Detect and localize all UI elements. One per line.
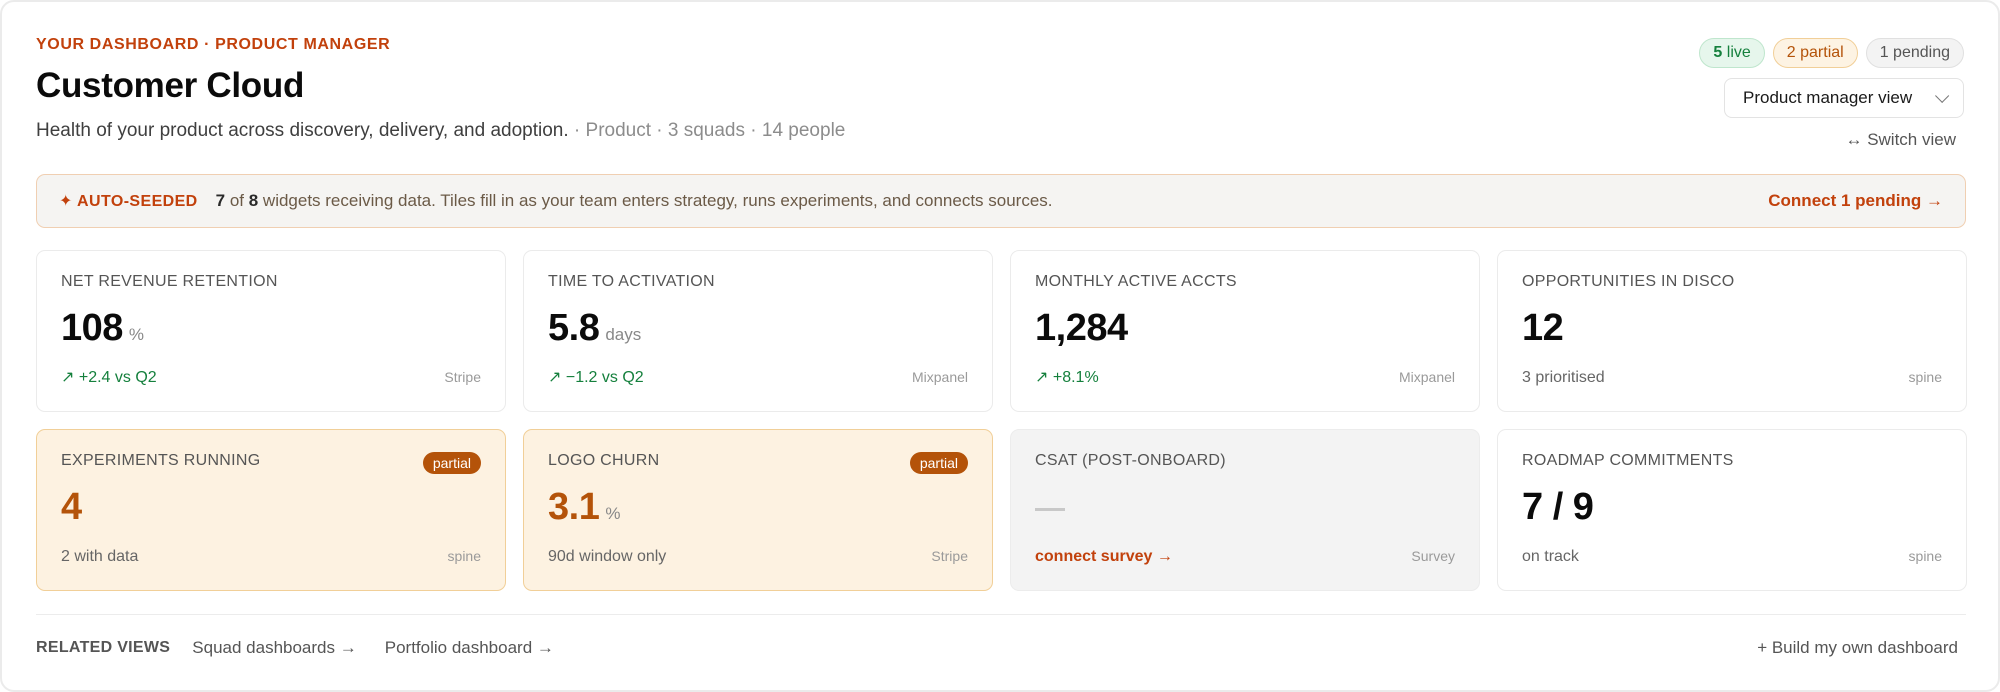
banner-message: 7 of 8 widgets receiving data. Tiles fil… xyxy=(216,191,1053,211)
badge-partial: 2 partial xyxy=(1772,38,1858,68)
build-own-dashboard-button[interactable]: + Build my own dashboard xyxy=(1757,638,1958,658)
tile-footer: on track spine xyxy=(1522,548,1942,566)
tile-source: Stripe xyxy=(444,369,481,385)
empty-value-dash xyxy=(1035,508,1065,511)
tile-label: TIME TO ACTIVATION xyxy=(548,273,715,290)
tile-footer: ↗ +2.4 vs Q2 Stripe xyxy=(61,367,481,387)
tile-value: 1,284 xyxy=(1035,307,1455,349)
tile-footer: ↗ +8.1% Mixpanel xyxy=(1035,367,1455,387)
tile-number: 5.8 xyxy=(548,307,600,349)
tile-value: 5.8 days xyxy=(548,307,968,349)
tile-label: OPPORTUNITIES IN DISCO xyxy=(1522,273,1735,290)
subtitle-meta: · Product · 3 squads · 14 people xyxy=(568,120,846,141)
tile-label: LOGO CHURN xyxy=(548,452,660,469)
header-controls: 5 live 2 partial 1 pending Product manag… xyxy=(1544,36,1964,156)
tile-source: Mixpanel xyxy=(1398,369,1455,385)
tile-monthly-active-accts[interactable]: MONTHLY ACTIVE ACCTS 1,284 ↗ +8.1% Mixpan… xyxy=(1010,250,1480,412)
tile-experiments-running[interactable]: EXPERIMENTS RUNNING partial 4 2 with dat… xyxy=(36,429,506,591)
tile-source: spine xyxy=(447,548,481,564)
tile-subtext: on track xyxy=(1522,548,1579,565)
tile-csat-post-onboard: CSAT (POST-ONBOARD) connect survey → Surv… xyxy=(1010,429,1480,591)
tile-trend: ↗ +8.1% xyxy=(1035,369,1099,386)
tile-label: MONTHLY ACTIVE ACCTS xyxy=(1035,273,1237,290)
tile-value: 12 xyxy=(1522,307,1942,349)
subtitle-text: Health of your product across discovery,… xyxy=(36,120,569,141)
tile-number: 12 xyxy=(1522,307,1564,349)
tile-unit: days xyxy=(605,325,642,344)
squad-dashboards-link[interactable]: Squad dashboards → xyxy=(192,638,356,658)
related-views-footer: RELATED VIEWS Squad dashboards → Portfol… xyxy=(36,636,1966,660)
tile-number: 7 / 9 xyxy=(1522,486,1594,528)
dashboard-card: YOUR DASHBOARD · PRODUCT MANAGER Custome… xyxy=(0,0,2000,692)
connect-survey-link[interactable]: connect survey → xyxy=(1035,548,1173,566)
tile-subtext: 2 with data xyxy=(61,548,139,565)
banner-count: 7 xyxy=(215,191,226,210)
view-select[interactable]: Product manager view xyxy=(1724,78,1964,118)
tile-label: EXPERIMENTS RUNNING xyxy=(61,452,261,469)
partial-badge: partial xyxy=(422,452,481,474)
tile-value: 7 / 9 xyxy=(1522,486,1942,528)
tile-source: spine xyxy=(1908,369,1942,385)
tile-trend: ↗ −1.2 vs Q2 xyxy=(548,369,644,386)
banner-tag: ✦ AUTO-SEEDED xyxy=(59,193,198,210)
tile-source: Mixpanel xyxy=(911,369,968,385)
tile-number: 3.1 xyxy=(548,486,600,528)
tile-value: 3.1% xyxy=(548,486,968,528)
switch-view-link[interactable]: ↔ Switch view xyxy=(1845,130,1956,150)
tile-opportunities-in-disco[interactable]: OPPORTUNITIES IN DISCO 12 3 prioritised s… xyxy=(1497,250,1967,412)
related-views-label: RELATED VIEWS xyxy=(36,639,171,656)
tile-source: spine xyxy=(1908,548,1942,564)
auto-seeded-banner: ✦ AUTO-SEEDED 7 of 8 widgets receiving d… xyxy=(36,174,1966,228)
metrics-grid: NET REVENUE RETENTION 108% ↗ +2.4 vs Q2 S… xyxy=(36,250,1967,591)
tile-footer: 2 with data spine xyxy=(61,548,481,566)
tile-label: CSAT (POST-ONBOARD) xyxy=(1035,452,1226,469)
tile-roadmap-commitments[interactable]: ROADMAP COMMITMENTS 7 / 9 on track spine xyxy=(1497,429,1967,591)
badge-live-label: live xyxy=(1722,44,1751,61)
tile-source: Stripe xyxy=(931,548,968,564)
connect-pending-link[interactable]: Connect 1 pending → xyxy=(1768,191,1943,211)
tile-value xyxy=(1035,486,1455,528)
banner-of: of xyxy=(225,191,249,210)
view-select-value: Product manager view xyxy=(1743,88,1913,107)
tile-net-revenue-retention[interactable]: NET REVENUE RETENTION 108% ↗ +2.4 vs Q2 S… xyxy=(36,250,506,412)
tile-footer: 90d window only Stripe xyxy=(548,548,968,566)
tile-subtext: 90d window only xyxy=(548,548,667,565)
chevron-down-icon xyxy=(1935,88,1950,103)
tile-footer: ↗ −1.2 vs Q2 Mixpanel xyxy=(548,367,968,387)
tile-value: 4 xyxy=(61,486,481,528)
banner-total: 8 xyxy=(248,191,259,210)
tile-number: 1,284 xyxy=(1035,307,1128,349)
dashboard-header: YOUR DASHBOARD · PRODUCT MANAGER Custome… xyxy=(36,36,1964,156)
tile-label: NET REVENUE RETENTION xyxy=(61,273,278,290)
tile-subtext: 3 prioritised xyxy=(1522,369,1605,386)
tile-footer: connect survey → Survey xyxy=(1035,548,1455,566)
tile-number: 108 xyxy=(61,307,123,349)
tile-footer: 3 prioritised spine xyxy=(1522,369,1942,387)
badge-live-count: 5 xyxy=(1713,44,1723,61)
badge-pending: 1 pending xyxy=(1865,38,1964,68)
tile-unit: % xyxy=(128,325,145,344)
status-badges: 5 live 2 partial 1 pending xyxy=(1699,38,1964,68)
tile-trend: ↗ +2.4 vs Q2 xyxy=(61,369,157,386)
partial-badge: partial xyxy=(909,452,968,474)
tile-unit: % xyxy=(605,504,621,523)
tile-time-to-activation[interactable]: TIME TO ACTIVATION 5.8 days ↗ −1.2 vs Q2 M… xyxy=(523,250,993,412)
portfolio-dashboard-link[interactable]: Portfolio dashboard → xyxy=(385,638,554,658)
tile-logo-churn[interactable]: LOGO CHURN partial 3.1% 90d window only S… xyxy=(523,429,993,591)
tile-label: ROADMAP COMMITMENTS xyxy=(1522,452,1734,469)
banner-text: widgets receiving data. Tiles fill in as… xyxy=(258,191,1053,210)
tile-number: 4 xyxy=(61,486,82,528)
badge-live: 5 live xyxy=(1699,38,1765,68)
tile-value: 108% xyxy=(61,307,481,349)
tile-source: Survey xyxy=(1411,548,1455,564)
footer-divider xyxy=(36,614,1966,615)
